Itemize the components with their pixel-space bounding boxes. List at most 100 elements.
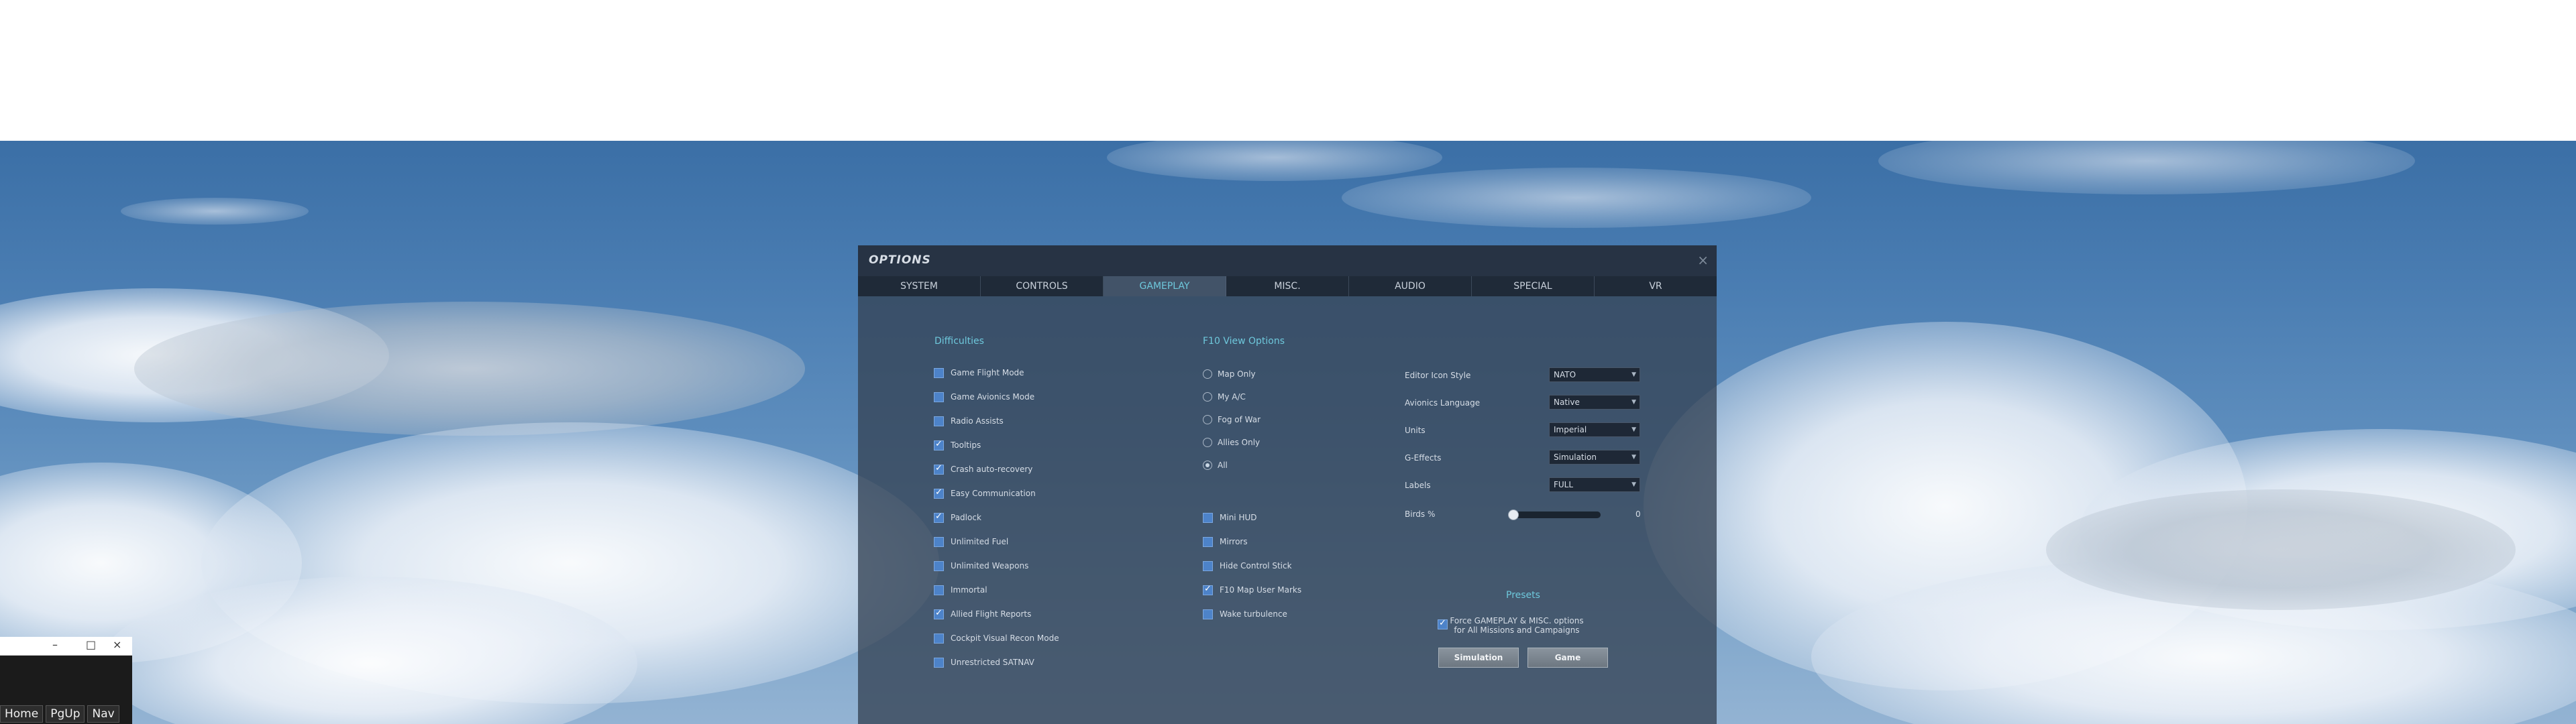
checkbox[interactable]: [934, 463, 944, 475]
force-options-checkbox[interactable]: [1438, 618, 1448, 629]
close-icon[interactable]: ×: [113, 638, 121, 651]
editor-icon-style-select[interactable]: NATO ▼: [1549, 367, 1640, 382]
checkbox[interactable]: [934, 536, 944, 547]
radio-button[interactable]: [1203, 369, 1212, 379]
f10-option-row[interactable]: Wake turbulence: [1203, 607, 1287, 621]
f10-option-row[interactable]: Hide Control Stick: [1203, 559, 1292, 572]
checkbox[interactable]: [1203, 609, 1213, 619]
checkbox[interactable]: [934, 608, 944, 619]
radio-button[interactable]: [1203, 461, 1212, 470]
f10-option-row[interactable]: F10 Map User Marks: [1203, 583, 1301, 597]
difficulty-row[interactable]: Immortal: [934, 583, 987, 597]
checkbox[interactable]: [934, 416, 944, 426]
radio-label: Allies Only: [1218, 438, 1260, 447]
key-row: Home PgUp Nav: [0, 705, 119, 723]
birds-slider[interactable]: [1508, 509, 1601, 520]
dialog-title: OPTIONS: [869, 253, 931, 267]
game-preset-button[interactable]: Game: [1527, 648, 1608, 668]
avionics-language-label: Avionics Language: [1405, 398, 1481, 408]
checkbox[interactable]: [1203, 584, 1213, 595]
difficulty-row[interactable]: Easy Communication: [934, 487, 1036, 500]
cloud: [1107, 141, 1442, 181]
key-home[interactable]: Home: [0, 705, 44, 723]
f10-radio-row[interactable]: Fog of War: [1203, 413, 1260, 426]
force-options-line2: for All Missions and Campaigns: [1454, 625, 1580, 635]
checkbox[interactable]: [934, 585, 944, 595]
difficulty-row[interactable]: Unrestricted SATNAV: [934, 656, 1034, 669]
tab-system[interactable]: SYSTEM: [858, 276, 981, 296]
difficulty-row[interactable]: Radio Assists: [934, 414, 1004, 428]
checkbox[interactable]: [1203, 536, 1213, 547]
labels-label: Labels: [1405, 481, 1431, 490]
difficulty-row[interactable]: Tooltips: [934, 438, 981, 452]
checkbox[interactable]: [1203, 512, 1213, 523]
checkbox[interactable]: [934, 511, 944, 523]
checkbox-label: Tooltips: [951, 440, 981, 450]
presets-title: Presets: [1506, 590, 1540, 601]
units-label: Units: [1405, 426, 1426, 435]
difficulty-row[interactable]: Game Flight Mode: [934, 366, 1024, 379]
f10-radio-row[interactable]: Allies Only: [1203, 436, 1260, 449]
maximize-icon[interactable]: □: [86, 638, 96, 651]
f10-option-row[interactable]: Mirrors: [1203, 535, 1248, 548]
checkbox-label: Mirrors: [1220, 537, 1248, 546]
difficulty-row[interactable]: Game Avionics Mode: [934, 390, 1034, 404]
radio-button[interactable]: [1203, 438, 1212, 447]
checkbox-label: Mini HUD: [1220, 513, 1257, 522]
birds-value: 0: [1635, 509, 1641, 519]
checkbox[interactable]: [934, 657, 944, 668]
tab-vr[interactable]: VR: [1595, 276, 1717, 296]
checkbox-label: Game Avionics Mode: [951, 392, 1035, 402]
f10-option-row[interactable]: Mini HUD: [1203, 511, 1257, 524]
key-nav[interactable]: Nav: [87, 705, 119, 723]
checkbox-label: Unrestricted SATNAV: [951, 658, 1034, 667]
difficulty-row[interactable]: Crash auto-recovery: [934, 463, 1032, 476]
tab-special[interactable]: SPECIAL: [1472, 276, 1595, 296]
checkbox[interactable]: [934, 439, 944, 450]
labels-select[interactable]: FULL ▼: [1549, 477, 1640, 492]
slider-handle[interactable]: [1508, 509, 1519, 520]
checkbox[interactable]: [934, 367, 944, 378]
checkbox[interactable]: [934, 487, 944, 499]
chevron-down-icon: ▼: [1631, 399, 1636, 406]
checkbox-label: Unlimited Weapons: [951, 561, 1029, 570]
tab-controls[interactable]: CONTROLS: [981, 276, 1104, 296]
f10-radio-row[interactable]: All: [1203, 459, 1228, 472]
difficulty-row[interactable]: Padlock: [934, 511, 981, 524]
checkbox[interactable]: [1203, 560, 1213, 571]
g-effects-select[interactable]: Simulation ▼: [1549, 450, 1640, 465]
simulation-preset-button[interactable]: Simulation: [1438, 648, 1519, 668]
key-pgup[interactable]: PgUp: [46, 705, 85, 723]
checkbox[interactable]: [934, 391, 944, 402]
checkbox-label: Game Flight Mode: [951, 368, 1024, 377]
mini-keypad-window: – □ × Home PgUp Nav: [0, 637, 132, 724]
close-icon[interactable]: ×: [1697, 252, 1709, 268]
difficulties-title: Difficulties: [934, 336, 984, 347]
dialog-header: OPTIONS ×: [858, 245, 1717, 276]
g-effects-label: G-Effects: [1405, 453, 1442, 463]
tab-audio[interactable]: AUDIO: [1349, 276, 1472, 296]
difficulty-row[interactable]: Unlimited Fuel: [934, 535, 1008, 548]
checkbox[interactable]: [934, 633, 944, 644]
force-options-line1: Force GAMEPLAY & MISC. options: [1450, 616, 1584, 625]
select-value: FULL: [1554, 480, 1574, 489]
avionics-language-select[interactable]: Native ▼: [1549, 395, 1640, 410]
difficulty-row[interactable]: Allied Flight Reports: [934, 607, 1031, 621]
checkbox[interactable]: [934, 560, 944, 571]
mini-window-titlebar: – □ ×: [0, 637, 132, 656]
select-value: Simulation: [1554, 452, 1597, 462]
minimize-icon[interactable]: –: [52, 638, 58, 651]
checkbox-label: F10 Map User Marks: [1220, 585, 1302, 595]
cloud: [134, 302, 805, 436]
radio-label: All: [1218, 461, 1228, 470]
difficulty-row[interactable]: Unlimited Weapons: [934, 559, 1028, 572]
tab-gameplay[interactable]: GAMEPLAY: [1104, 276, 1226, 296]
checkbox-label: Cockpit Visual Recon Mode: [951, 634, 1059, 643]
f10-radio-row[interactable]: My A/C: [1203, 390, 1246, 404]
radio-button[interactable]: [1203, 392, 1212, 402]
difficulty-row[interactable]: Cockpit Visual Recon Mode: [934, 631, 1059, 645]
tab-misc[interactable]: MISC.: [1226, 276, 1349, 296]
units-select[interactable]: Imperial ▼: [1549, 422, 1640, 437]
radio-button[interactable]: [1203, 415, 1212, 424]
f10-radio-row[interactable]: Map Only: [1203, 367, 1256, 381]
